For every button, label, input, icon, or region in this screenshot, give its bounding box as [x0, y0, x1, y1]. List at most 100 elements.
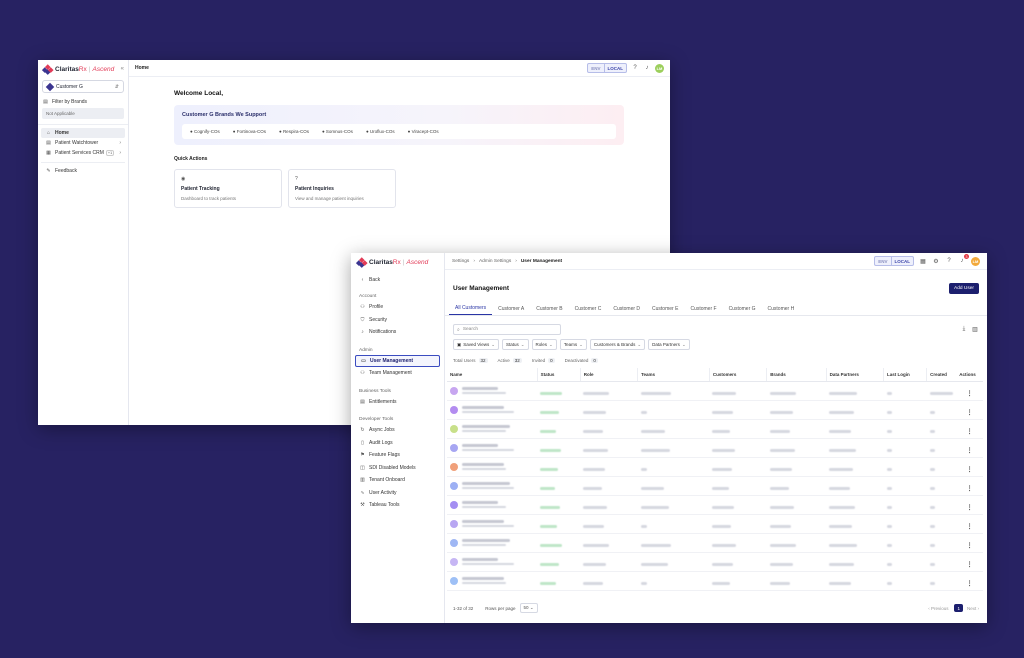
- nav-async-jobs[interactable]: ↻ Async Jobs: [355, 424, 440, 437]
- card-patient-inquiries[interactable]: ? Patient Inquiries View and manage pati…: [288, 169, 396, 208]
- table-row[interactable]: ⋮: [447, 571, 983, 591]
- filter-teams[interactable]: Teams ⌄: [559, 339, 587, 350]
- columns-icon[interactable]: ▥: [971, 326, 979, 334]
- more-vertical-icon[interactable]: ⋮: [967, 562, 973, 568]
- more-vertical-icon[interactable]: ⋮: [967, 543, 973, 549]
- tab-customer-b[interactable]: Customer B: [530, 302, 568, 315]
- more-vertical-icon[interactable]: ⋮: [967, 448, 973, 454]
- more-vertical-icon[interactable]: ⋮: [967, 524, 973, 530]
- redacted-name: [462, 462, 504, 466]
- add-user-button[interactable]: Add User: [949, 283, 979, 294]
- logo[interactable]: Claritas Rx | Ascend: [42, 63, 114, 74]
- more-vertical-icon[interactable]: ⋮: [967, 467, 973, 473]
- filter-data-partners[interactable]: Data Partners ⌄: [648, 339, 690, 350]
- column-status[interactable]: Status: [536, 368, 581, 382]
- tab-customer-h[interactable]: Customer H: [762, 302, 801, 315]
- column-brands[interactable]: Brands: [766, 368, 827, 382]
- filter-status[interactable]: Status ⌄: [501, 339, 529, 350]
- table-row[interactable]: ⋮: [447, 476, 983, 496]
- help-icon[interactable]: ?: [945, 257, 953, 265]
- nav-team-management[interactable]: ⚇ Team Management: [355, 367, 440, 380]
- nav-audit-logs[interactable]: ▯ Audit Logs: [355, 437, 440, 450]
- collapse-sidebar-icon[interactable]: «: [121, 66, 124, 72]
- column-actions[interactable]: Actions: [956, 368, 983, 382]
- nav-feedback[interactable]: ✎ Feedback: [41, 166, 125, 176]
- nav-home[interactable]: ⌂ Home: [41, 128, 125, 138]
- help-icon[interactable]: ?: [631, 64, 639, 72]
- filter-customers-brands[interactable]: Customers & Brands ⌄: [589, 339, 646, 350]
- brands-list: ● Cognify-COs ● Fortinova-COs ● Respira-…: [182, 124, 616, 139]
- nav-label: Notifications: [369, 329, 397, 336]
- bell-icon[interactable]: ♪: [643, 64, 651, 72]
- card-patient-tracking[interactable]: ◉ Patient Tracking Dashboard to track pa…: [174, 169, 282, 208]
- breadcrumb-settings[interactable]: Settings: [452, 259, 469, 264]
- nav-profile[interactable]: ⚇ Profile: [355, 301, 440, 314]
- customer-select[interactable]: Customer G ⇵: [42, 80, 124, 93]
- breadcrumb[interactable]: Home: [135, 65, 149, 71]
- tab-customer-c[interactable]: Customer C: [569, 302, 608, 315]
- table-row[interactable]: ⋮: [447, 533, 983, 553]
- table-row[interactable]: ⋮: [447, 419, 983, 439]
- nav-tenant-onboard[interactable]: ▥ Tenant Onboard: [355, 474, 440, 487]
- grid-icon[interactable]: ▦: [919, 257, 927, 265]
- column-role[interactable]: Role: [579, 368, 638, 382]
- tab-customer-g[interactable]: Customer G: [723, 302, 762, 315]
- more-vertical-icon[interactable]: ⋮: [967, 581, 973, 587]
- nav-patient-services-crm[interactable]: ▦ Patient Services CRM +1 ›: [41, 148, 125, 158]
- more-vertical-icon[interactable]: ⋮: [967, 410, 973, 416]
- logo[interactable]: Claritas Rx | Ascend: [356, 257, 440, 268]
- table-row[interactable]: ⋮: [447, 514, 983, 534]
- table-row[interactable]: ⋮: [447, 495, 983, 515]
- nav-user-management[interactable]: ▭ User Management: [355, 354, 440, 367]
- page-1-button[interactable]: 1: [954, 604, 963, 612]
- table-row[interactable]: ⋮: [447, 381, 983, 401]
- settings-icon[interactable]: ⚙: [932, 257, 940, 265]
- avatar[interactable]: LM: [655, 63, 664, 73]
- tab-customer-e[interactable]: Customer E: [646, 302, 684, 315]
- logo-mark: [356, 257, 368, 268]
- nav-security[interactable]: ⛉ Security: [355, 314, 440, 327]
- nav-tableau-tools[interactable]: ⚒ Tableau Tools: [355, 499, 440, 512]
- more-vertical-icon[interactable]: ⋮: [967, 486, 973, 492]
- nav-entitlements[interactable]: ▤ Entitlements: [355, 396, 440, 409]
- filter-roles[interactable]: Roles ⌄: [531, 339, 557, 350]
- cell-status: [537, 495, 581, 515]
- nav-notifications[interactable]: ♪ Notifications: [355, 326, 440, 339]
- download-icon[interactable]: ⤓: [960, 326, 968, 334]
- column-teams[interactable]: Teams: [637, 368, 710, 382]
- rows-per-page-select[interactable]: 50 ⌄: [519, 603, 538, 613]
- column-created[interactable]: Created: [926, 368, 957, 382]
- more-vertical-icon[interactable]: ⋮: [967, 429, 973, 435]
- stat-total-users: Total Users 32: [453, 358, 488, 363]
- table-row[interactable]: ⋮: [447, 438, 983, 458]
- nav-feature-flags[interactable]: ⚑ Feature Flags: [355, 449, 440, 462]
- filter-value-field[interactable]: Not Applicable: [42, 108, 124, 119]
- back-button[interactable]: ‹ Back: [355, 275, 440, 285]
- cell-created: [926, 400, 957, 420]
- nav-patient-watchtower[interactable]: ▤ Patient Watchtower ›: [41, 138, 125, 148]
- tab-customer-a[interactable]: Customer A: [492, 302, 530, 315]
- column-name[interactable]: Name: [447, 368, 538, 382]
- avatar[interactable]: LM: [971, 256, 980, 266]
- previous-button[interactable]: ‹ Previous: [928, 606, 948, 611]
- table-row[interactable]: ⋮: [447, 400, 983, 420]
- bell-icon[interactable]: ♪ 3: [958, 254, 969, 265]
- more-vertical-icon[interactable]: ⋮: [967, 505, 973, 511]
- table-row[interactable]: ⋮: [447, 552, 983, 572]
- nav-sdi-disabled-models[interactable]: ◫ SDI Disabled Models: [355, 462, 440, 475]
- tab-all-customers[interactable]: All Customers: [449, 302, 493, 315]
- column-last-login[interactable]: Last Login: [883, 368, 927, 382]
- redacted-value: [583, 524, 605, 528]
- column-data-partners[interactable]: Data Partners: [825, 368, 884, 382]
- search-input[interactable]: ⌕ Search: [453, 324, 561, 335]
- next-button[interactable]: Next ›: [967, 606, 979, 611]
- nav-user-activity[interactable]: ∿ User Activity: [355, 487, 440, 500]
- redacted-value: [769, 505, 794, 509]
- tab-customer-f[interactable]: Customer F: [684, 302, 722, 315]
- more-vertical-icon[interactable]: ⋮: [967, 391, 973, 397]
- table-row[interactable]: ⋮: [447, 457, 983, 477]
- tab-customer-d[interactable]: Customer D: [607, 302, 646, 315]
- breadcrumb-admin-settings[interactable]: Admin Settings: [479, 259, 511, 264]
- filter-saved-views[interactable]: ▣ Saved Views ⌄: [453, 339, 499, 350]
- column-customers[interactable]: Customers: [708, 368, 767, 382]
